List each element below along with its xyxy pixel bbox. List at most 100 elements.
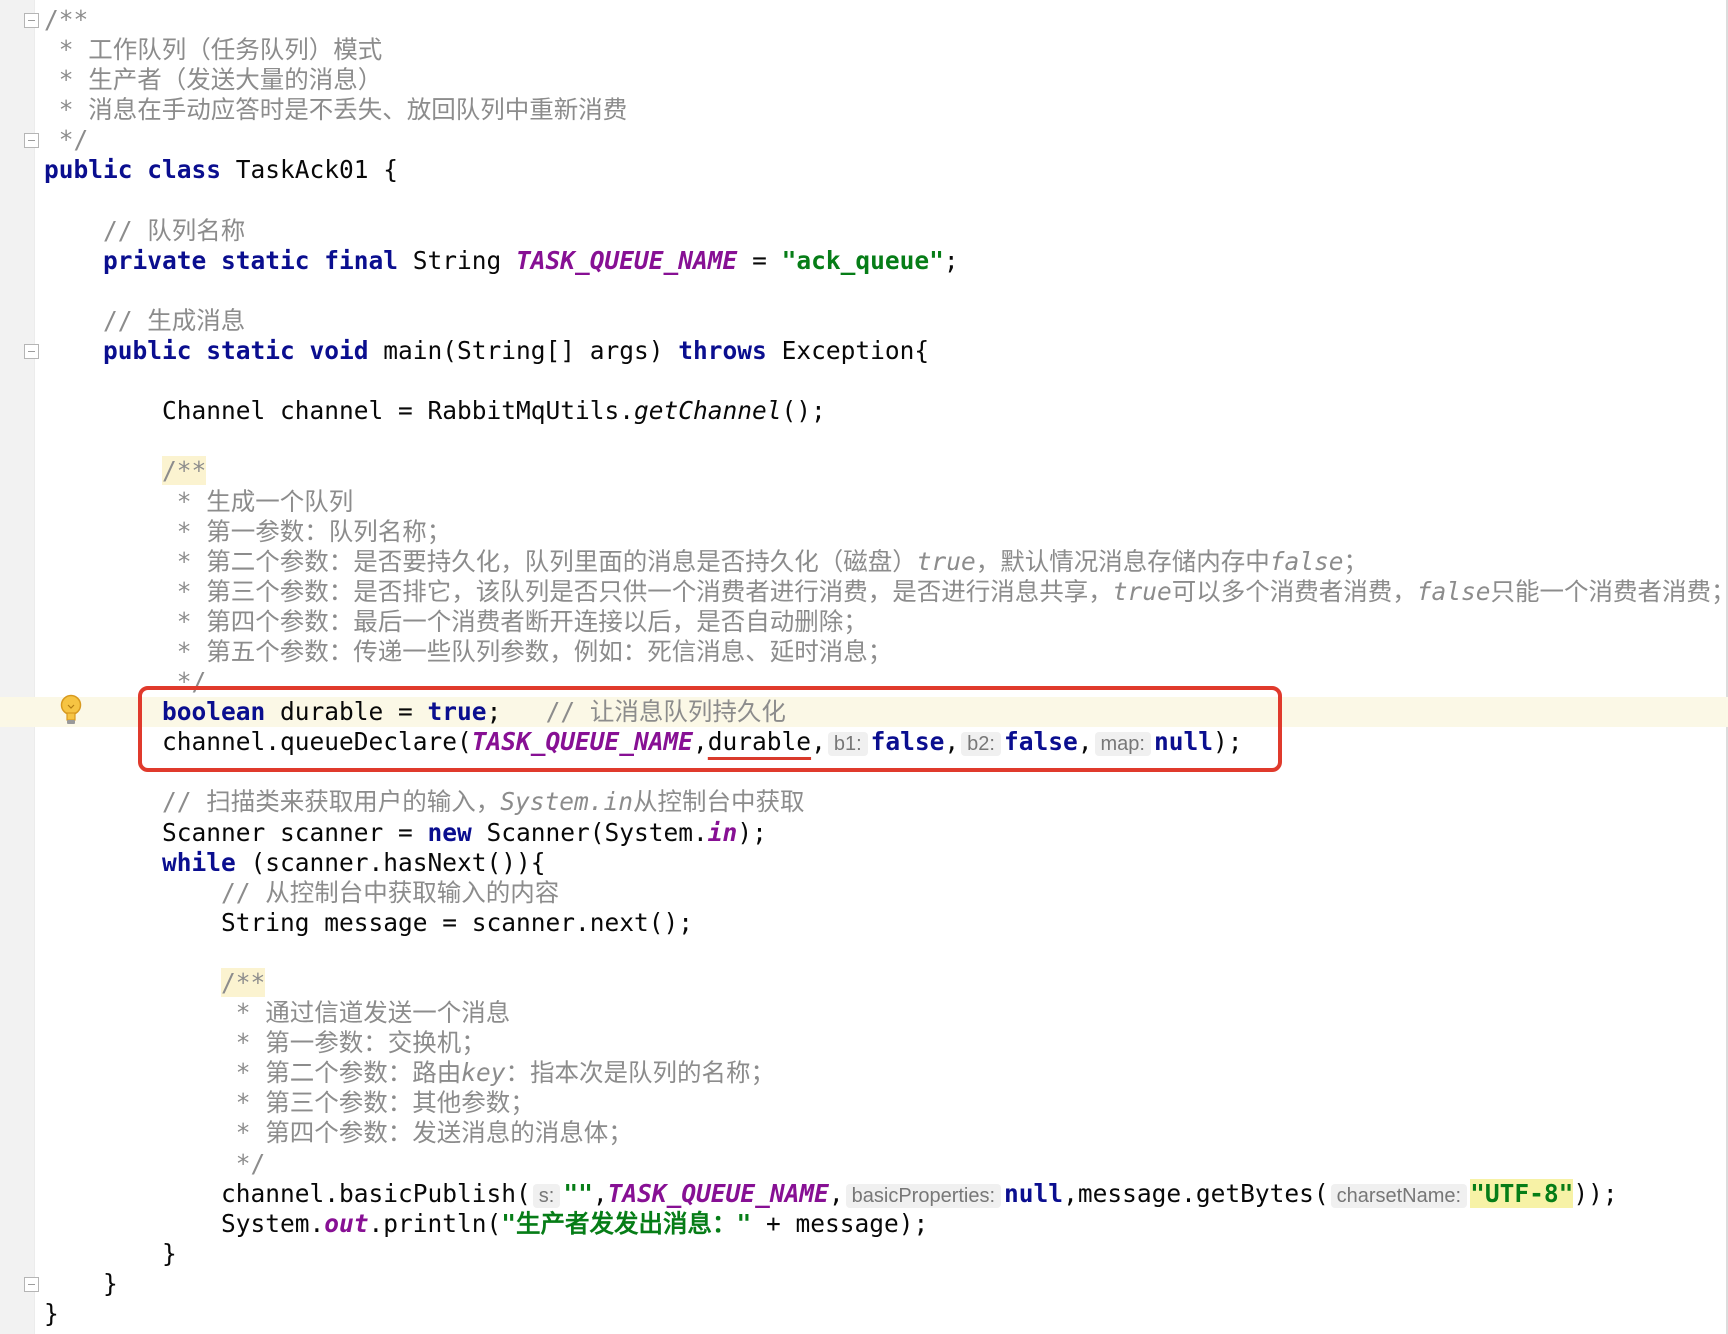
- code-line[interactable]: boolean durable = true; // 让消息队列持久化: [0, 697, 1728, 728]
- code-token: System.: [44, 1208, 325, 1238]
- code-line[interactable]: * 第一参数：队列名称；: [44, 517, 1728, 547]
- code-line[interactable]: * 第四个参数：发送消息的消息体；: [44, 1118, 1728, 1148]
- fold-toggle-icon[interactable]: [24, 13, 39, 28]
- code-line[interactable]: [44, 426, 1728, 456]
- code-line[interactable]: // 扫描类来获取用户的输入，System.in从控制台中获取: [44, 787, 1728, 817]
- code-line[interactable]: * 通过信道发送一个消息: [44, 998, 1728, 1028]
- code-token: Exception{: [766, 336, 930, 366]
- code-line[interactable]: String message = scanner.next();: [44, 908, 1728, 938]
- comment-token: // 扫描类来获取用户的输入，: [162, 787, 501, 817]
- keyword-token: null: [1004, 1178, 1064, 1208]
- code-token: channel.queueDeclare(: [44, 727, 472, 757]
- doc-comment-token: * 生产者（发送大量的消息）: [44, 65, 383, 95]
- code-line[interactable]: while (scanner.hasNext()){: [44, 848, 1728, 878]
- code-line[interactable]: // 队列名称: [44, 216, 1728, 246]
- code-line[interactable]: }: [44, 1269, 1728, 1299]
- doc-comment-token: /**: [221, 968, 266, 997]
- code-line[interactable]: System.out.println("生产者发发出消息：" + message…: [44, 1209, 1728, 1239]
- code-token: Channel channel = RabbitMqUtils.: [44, 396, 635, 426]
- code-editor[interactable]: /** * 工作队列（任务队列）模式 * 生产者（发送大量的消息） * 消息在手…: [0, 0, 1728, 1334]
- code-line[interactable]: Channel channel = RabbitMqUtils.getChann…: [44, 396, 1728, 426]
- doc-comment-token: 可以多个消费者消费，: [1171, 576, 1417, 606]
- code-area[interactable]: /** * 工作队列（任务队列）模式 * 生产者（发送大量的消息） * 消息在手…: [0, 5, 1728, 1329]
- editor-gutter[interactable]: [0, 0, 35, 1334]
- static-field-token: TASK_QUEUE_NAME: [607, 1178, 829, 1208]
- doc-comment-token: * 第一参数：交换机；: [44, 1028, 486, 1058]
- code-line[interactable]: */: [44, 1149, 1728, 1179]
- code-line[interactable]: * 第三个参数：其他参数；: [44, 1088, 1728, 1118]
- code-line[interactable]: public static void main(String[] args) t…: [44, 336, 1728, 366]
- code-line[interactable]: * 第二个参数：是否要持久化，队列里面的消息是否持久化（磁盘）true，默认情况…: [44, 547, 1728, 577]
- code-line[interactable]: [44, 938, 1728, 968]
- code-token: }: [44, 1268, 118, 1298]
- code-token: channel.basicPublish(: [44, 1178, 531, 1208]
- lightbulb-icon[interactable]: [58, 693, 84, 727]
- keyword-token: public class: [44, 155, 222, 185]
- code-line[interactable]: * 生成一个队列: [44, 487, 1728, 517]
- keyword-token: new: [427, 817, 472, 847]
- string-token: "ack_queue": [781, 245, 944, 275]
- code-line[interactable]: [44, 276, 1728, 306]
- code-token: );: [1213, 727, 1243, 757]
- code-line[interactable]: */: [44, 125, 1728, 155]
- comment-token: // 生成消息: [103, 305, 246, 335]
- code-line[interactable]: Scanner scanner = new Scanner(System.in)…: [44, 818, 1728, 848]
- code-token: (scanner.hasNext()){: [235, 847, 546, 877]
- code-line[interactable]: */: [44, 667, 1728, 697]
- code-token: );: [737, 817, 767, 847]
- parameter-hint: b2:: [961, 732, 1001, 757]
- code-line[interactable]: private static final String TASK_QUEUE_N…: [44, 246, 1728, 276]
- code-line[interactable]: channel.queueDeclare(TASK_QUEUE_NAME,dur…: [44, 727, 1728, 757]
- code-token: durable =: [265, 697, 428, 727]
- code-line[interactable]: [44, 186, 1728, 216]
- parameter-hint: basicProperties:: [845, 1183, 1002, 1208]
- doc-italic-token: System.in: [500, 787, 634, 817]
- code-token: ,: [1077, 727, 1093, 757]
- doc-comment-token: 只能一个消费者消费；: [1490, 576, 1728, 606]
- parameter-hint: charsetName:: [1330, 1183, 1468, 1208]
- code-line[interactable]: [44, 366, 1728, 396]
- keyword-token: throws: [678, 336, 767, 366]
- string-token: "生产者发发出消息：": [501, 1208, 752, 1238]
- fold-toggle-icon[interactable]: [24, 1277, 39, 1293]
- doc-comment-token: * 工作队列（任务队列）模式: [44, 35, 383, 65]
- code-line[interactable]: * 第一参数：交换机；: [44, 1028, 1728, 1058]
- code-line[interactable]: [44, 757, 1728, 787]
- code-token: ();: [781, 396, 826, 426]
- doc-comment-token: * 生成一个队列: [44, 486, 354, 516]
- doc-italic-token: key: [461, 1058, 506, 1088]
- doc-italic-token: true: [916, 546, 976, 576]
- code-token: .println(: [368, 1208, 502, 1238]
- code-line[interactable]: channel.basicPublish(s: "",TASK_QUEUE_NAM…: [44, 1178, 1728, 1209]
- doc-comment-token: */: [44, 1148, 266, 1178]
- code-line[interactable]: /**: [44, 5, 1728, 35]
- code-line[interactable]: * 第二个参数：路由key：指本次是队列的名称；: [44, 1058, 1728, 1088]
- static-field-token: in: [707, 817, 738, 847]
- code-line[interactable]: public class TaskAck01 {: [44, 155, 1728, 185]
- code-line[interactable]: * 第四个参数：最后一个消费者断开连接以后，是否自动删除；: [44, 607, 1728, 637]
- fold-toggle-icon[interactable]: [24, 133, 39, 149]
- code-line[interactable]: * 第三个参数：是否排它，该队列是否只供一个消费者进行消费，是否进行消息共享，t…: [44, 577, 1728, 607]
- code-line[interactable]: * 生产者（发送大量的消息）: [44, 65, 1728, 95]
- code-line[interactable]: }: [44, 1239, 1728, 1269]
- keyword-token: false: [1003, 727, 1078, 757]
- code-token: ,: [811, 727, 826, 757]
- code-line[interactable]: * 消息在手动应答时是不丢失、放回队列中重新消费: [44, 95, 1728, 125]
- fold-toggle-icon[interactable]: [24, 344, 39, 360]
- code-line[interactable]: * 第五个参数：传递一些队列参数，例如：死信消息、延时消息；: [44, 637, 1728, 667]
- code-line[interactable]: }: [44, 1299, 1728, 1329]
- keyword-token: public static void: [103, 336, 369, 366]
- code-token: ));: [1573, 1178, 1618, 1208]
- code-line[interactable]: // 从控制台中获取输入的内容: [44, 878, 1728, 908]
- keyword-token: false: [870, 727, 945, 757]
- code-line[interactable]: /**: [44, 968, 1728, 998]
- code-line[interactable]: /**: [44, 456, 1728, 486]
- code-token: String message = scanner.next();: [44, 907, 694, 937]
- code-line[interactable]: * 工作队列（任务队列）模式: [44, 35, 1728, 65]
- code-line[interactable]: // 生成消息: [44, 306, 1728, 336]
